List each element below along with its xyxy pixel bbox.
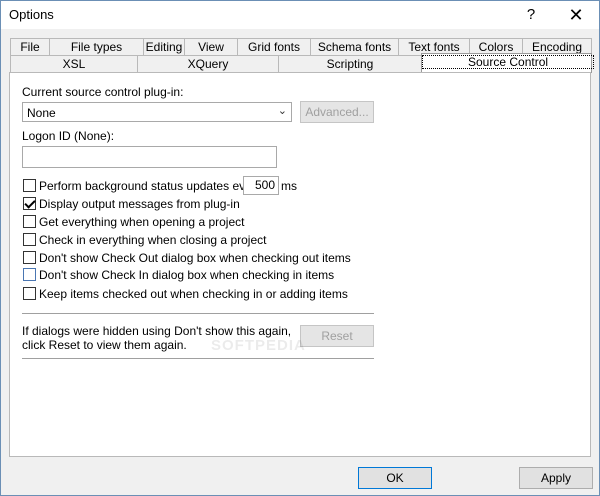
bg-update-label: Perform background status updates every <box>39 179 262 193</box>
tab-label: XSL <box>62 57 86 71</box>
display-output-checkbox[interactable] <box>23 197 36 210</box>
tab-label: Schema fonts <box>317 40 392 54</box>
advanced-button[interactable]: Advanced... <box>300 101 374 123</box>
tab-label: File <box>20 40 40 54</box>
logon-input[interactable] <box>22 146 277 168</box>
tab-label: Scripting <box>326 57 374 71</box>
help-icon[interactable]: ? <box>508 1 554 29</box>
hide-check-out-dialog-checkbox[interactable] <box>23 251 36 264</box>
chevron-down-icon: ⌄ <box>277 105 287 117</box>
tab-label: Source Control <box>422 55 595 69</box>
tab-label: Colors <box>478 40 514 54</box>
hide-check-in-dialog-checkbox[interactable] <box>23 268 36 281</box>
tab-xsl[interactable]: XSL <box>10 55 138 72</box>
window-title: Options <box>9 7 54 22</box>
tab-scripting[interactable]: Scripting <box>278 55 422 72</box>
ok-button[interactable]: OK <box>358 467 432 489</box>
hide-check-out-dialog-label: Don't show Check Out dialog box when che… <box>39 251 351 265</box>
display-output-label: Display output messages from plug-in <box>39 197 240 211</box>
options-dialog: Options ? ✕ File File types Editing View… <box>0 0 600 496</box>
watermark: SOFTPEDIA <box>211 337 306 354</box>
tab-label: File types <box>70 40 123 54</box>
title-bar: Options ? ✕ <box>1 1 599 29</box>
keep-checked-out-checkbox[interactable] <box>23 287 36 300</box>
tab-source-control[interactable]: Source Control <box>421 53 595 73</box>
get-everything-checkbox[interactable] <box>23 215 36 228</box>
bg-update-checkbox[interactable] <box>23 179 36 192</box>
bg-update-unit: ms <box>281 179 297 193</box>
tab-label: View <box>198 40 224 54</box>
plugin-dropdown[interactable]: None ⌄ <box>22 102 292 122</box>
tab-grid-fonts[interactable]: Grid fonts <box>237 38 311 55</box>
hidden-dialogs-text-1: If dialogs were hidden using Don't show … <box>22 324 292 338</box>
separator-top <box>22 313 374 314</box>
tab-schema-fonts[interactable]: Schema fonts <box>310 38 399 55</box>
tab-label: Editing <box>145 40 183 54</box>
get-everything-label: Get everything when opening a project <box>39 215 245 229</box>
bg-update-interval-input[interactable]: 500 <box>243 176 279 195</box>
check-in-everything-checkbox[interactable] <box>23 233 36 246</box>
tab-label: Grid fonts <box>247 40 301 54</box>
apply-button[interactable]: Apply <box>519 467 593 489</box>
tab-file[interactable]: File <box>10 38 50 55</box>
hidden-dialogs-text-2: click Reset to view them again. <box>22 338 187 352</box>
tab-view[interactable]: View <box>184 38 238 55</box>
close-icon[interactable]: ✕ <box>553 1 599 29</box>
plugin-value: None <box>27 106 56 120</box>
tab-file-types[interactable]: File types <box>49 38 144 55</box>
reset-button[interactable]: Reset <box>300 325 374 347</box>
check-in-everything-label: Check in everything when closing a proje… <box>39 233 267 247</box>
tab-label: Encoding <box>531 40 583 54</box>
logon-label: Logon ID (None): <box>22 129 115 143</box>
plugin-label: Current source control plug-in: <box>22 85 184 99</box>
hide-check-in-dialog-label: Don't show Check In dialog box when chec… <box>39 268 335 282</box>
keep-checked-out-label: Keep items checked out when checking in … <box>39 287 348 301</box>
tab-label: Text fonts <box>408 40 460 54</box>
separator-bottom <box>22 358 374 359</box>
tab-editing[interactable]: Editing <box>143 38 185 55</box>
tab-xquery[interactable]: XQuery <box>137 55 279 72</box>
tab-label: XQuery <box>187 57 229 71</box>
